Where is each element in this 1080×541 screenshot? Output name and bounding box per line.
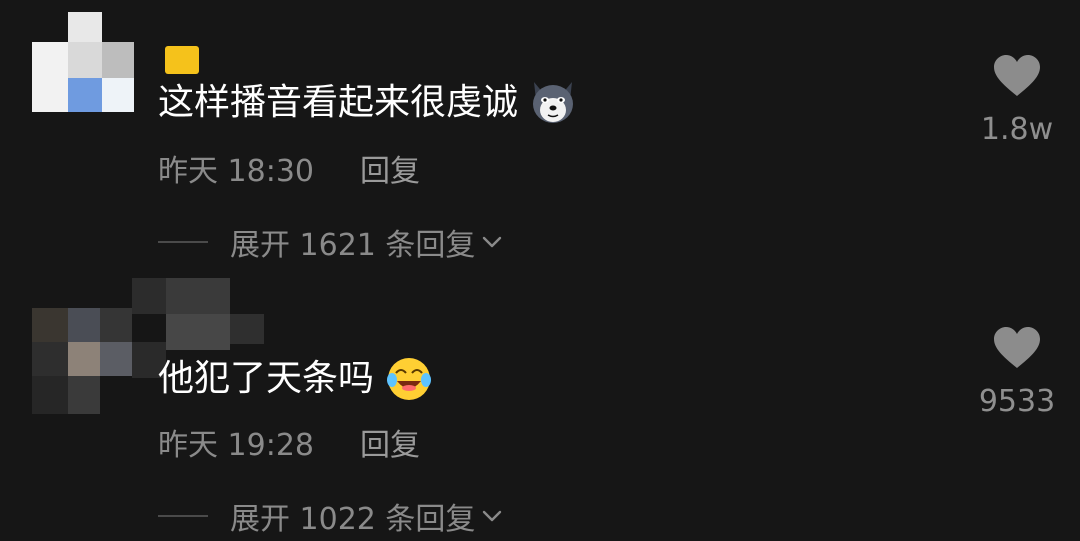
heart-icon: [994, 55, 1040, 96]
like-count: 1.8w: [980, 112, 1054, 147]
divider-line: [158, 515, 208, 517]
expand-replies-button[interactable]: 展开 1621 条回复: [158, 220, 503, 264]
comment-text: 这样播音看起来很虔诚: [158, 80, 578, 126]
comment-meta: 昨天 19:28 回复: [158, 420, 420, 464]
user-badge: [165, 46, 199, 74]
like-button[interactable]: 1.8w: [967, 54, 1067, 147]
expand-replies-label: 展开 1621 条回复: [230, 228, 476, 263]
comment-item: 这样播音看起来很虔诚 昨天 18:30 回复 展开 1621 条回复 1.8w: [0, 0, 1080, 270]
comment-body: 他犯了天条吗: [158, 358, 375, 399]
reply-button[interactable]: 回复: [360, 420, 420, 464]
comment-list: 这样播音看起来很虔诚 昨天 18:30 回复 展开 1621 条回复 1.8w …: [0, 0, 1080, 541]
reply-button[interactable]: 回复: [360, 146, 420, 190]
comment-meta: 昨天 18:30 回复: [158, 146, 420, 190]
like-count: 9533: [978, 384, 1056, 419]
chevron-down-icon: [483, 510, 502, 522]
chevron-down-icon: [483, 236, 502, 248]
comment-time: 昨天 19:28: [158, 428, 314, 463]
like-button[interactable]: 9533: [967, 326, 1067, 419]
comment-body: 这样播音看起来很虔诚: [158, 82, 519, 123]
crying-laughing-emoji-icon: [387, 358, 432, 400]
comment-item: 他犯了天条吗 昨天 19:28 回复 展开 1022 条回复 9533: [0, 270, 1080, 541]
comment-time: 昨天 18:30: [158, 154, 314, 189]
husky-dog-emoji-icon: [533, 82, 574, 123]
divider-line: [158, 241, 208, 243]
heart-icon: [994, 327, 1040, 368]
expand-replies-button[interactable]: 展开 1022 条回复: [158, 494, 503, 538]
comment-text: 他犯了天条吗: [158, 356, 434, 402]
expand-replies-label: 展开 1022 条回复: [230, 502, 476, 537]
avatar[interactable]: [32, 12, 136, 116]
